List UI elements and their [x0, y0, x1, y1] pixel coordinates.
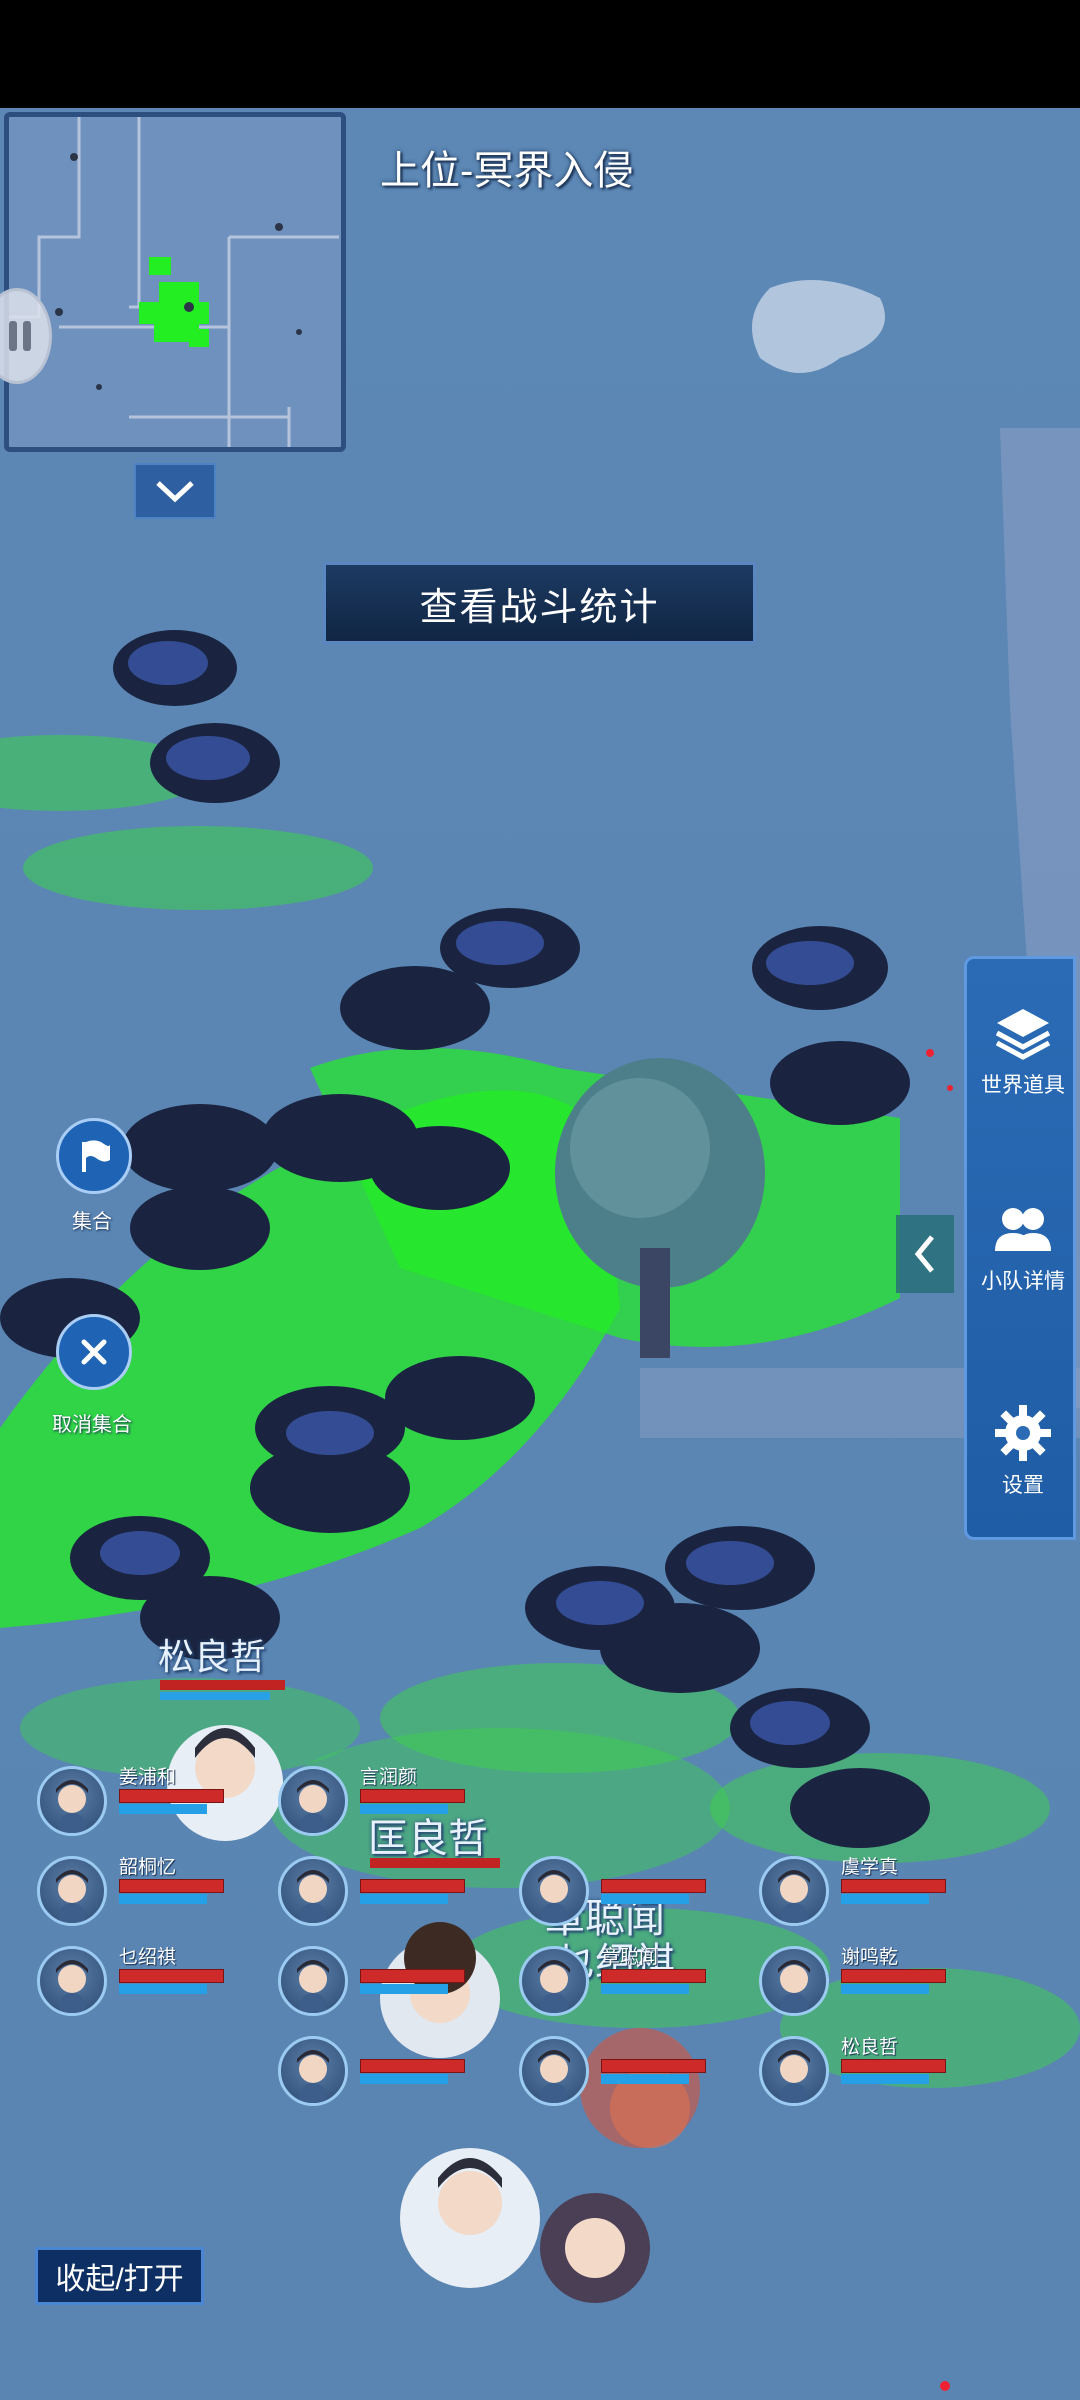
side-panel: 世界道具 小队详情 设置: [964, 956, 1076, 1540]
team-member-slot[interactable]: 谢鸣乾: [759, 1942, 959, 2022]
mana-bar: [119, 1984, 207, 1994]
avatar: [759, 2036, 829, 2106]
gear-icon: [995, 1405, 1051, 1461]
stage-title: 上位-冥界入侵: [380, 149, 634, 193]
avatar: [759, 1946, 829, 2016]
team-member-name: 虞学真: [841, 1857, 899, 1878]
settings-label: 设置: [1002, 1474, 1044, 1497]
team-member-slot[interactable]: [278, 1852, 478, 1932]
world-items-label: 世界道具: [981, 1074, 1065, 1097]
mana-bar: [841, 2074, 929, 2084]
health-bar: [841, 1969, 946, 1983]
settings-button[interactable]: 设置: [967, 1403, 1079, 1499]
team-member-slot[interactable]: [519, 1852, 719, 1932]
health-bar: [841, 2059, 946, 2073]
chevron-down-icon: [156, 481, 194, 503]
flag-icon: [82, 1140, 110, 1172]
mana-bar: [360, 1894, 448, 1904]
avatar: [278, 1856, 348, 1926]
team-member-name: 谢鸣乾: [841, 1947, 899, 1968]
cancel-rally-button[interactable]: [56, 1314, 132, 1390]
rally-button[interactable]: [56, 1118, 132, 1194]
team-member-slot[interactable]: [278, 1942, 478, 2022]
game-view[interactable]: 松良哲 匡良哲 章聪闻 乜绍祺 上位-冥界入侵 查看战斗统计 集合 取消集合 世…: [0, 108, 1080, 2400]
health-bar: [841, 1879, 946, 1893]
mana-bar: [601, 2074, 689, 2084]
health-bar: [119, 1789, 224, 1803]
health-bar: [360, 2059, 465, 2073]
health-bar: [601, 1879, 706, 1893]
mana-bar: [841, 1894, 929, 1904]
team-member-name: 言润颜: [360, 1767, 418, 1788]
minimap[interactable]: [4, 112, 346, 452]
mana-bar: [360, 2074, 448, 2084]
avatar: [278, 1946, 348, 2016]
health-bar: [360, 1789, 465, 1803]
character-mana-bar: [160, 1692, 270, 1700]
team-member-slot[interactable]: 章聪闻: [519, 1942, 719, 2022]
avatar: [519, 2036, 589, 2106]
character-name-label: 松良哲: [158, 1636, 267, 1677]
mana-bar: [360, 1984, 448, 1994]
team-member-name: 姜浦和: [119, 1767, 177, 1788]
side-panel-toggle[interactable]: [896, 1215, 954, 1293]
team-details-label: 小队详情: [981, 1270, 1065, 1293]
health-bar: [360, 1879, 465, 1893]
close-icon: [81, 1339, 107, 1365]
team-member-name: 章聪闻: [601, 1947, 659, 1968]
avatar: [519, 1856, 589, 1926]
avatar: [37, 1856, 107, 1926]
chevron-left-icon: [914, 1235, 934, 1273]
team-member-name: 乜绍祺: [119, 1947, 177, 1968]
mana-bar: [601, 1984, 689, 1994]
status-bar: [0, 0, 1080, 108]
mana-bar: [119, 1804, 207, 1814]
mana-bar: [601, 1894, 689, 1904]
avatar: [37, 1766, 107, 1836]
world-items-button[interactable]: 世界道具: [967, 1003, 1079, 1099]
team-member-name: 韶桐忆: [119, 1857, 177, 1878]
team-member-name: 松良哲: [841, 2037, 899, 2058]
character-health-bar: [160, 1680, 285, 1690]
health-bar: [360, 1969, 465, 1983]
health-bar: [119, 1879, 224, 1893]
health-bar: [119, 1969, 224, 1983]
mana-bar: [119, 1894, 207, 1904]
avatar: [519, 1946, 589, 2016]
collapse-expand-button[interactable]: 收起/打开: [35, 2247, 204, 2305]
team-member-slot[interactable]: [519, 2032, 719, 2112]
avatar: [759, 1856, 829, 1926]
mana-bar: [841, 1984, 929, 1994]
team-member-slot[interactable]: 虞学真: [759, 1852, 959, 1932]
team-member-slot[interactable]: [278, 2032, 478, 2112]
avatar: [278, 2036, 348, 2106]
health-bar: [601, 2059, 706, 2073]
mana-bar: [360, 1804, 448, 1814]
team-details-button[interactable]: 小队详情: [967, 1203, 1079, 1295]
team-member-slot[interactable]: 姜浦和: [37, 1762, 237, 1842]
health-bar: [601, 1969, 706, 1983]
team-member-slot[interactable]: 言润颜: [278, 1762, 478, 1842]
avatar: [278, 1766, 348, 1836]
team-member-slot[interactable]: 韶桐忆: [37, 1852, 237, 1932]
team-member-slot[interactable]: 乜绍祺: [37, 1942, 237, 2022]
rally-label: 集合: [72, 1211, 112, 1233]
cancel-rally-label: 取消集合: [52, 1414, 132, 1436]
minimap-collapse-button[interactable]: [134, 463, 216, 519]
team-member-slot[interactable]: 松良哲: [759, 2032, 959, 2112]
team-icon: [995, 1208, 1051, 1251]
layers-icon: [995, 1009, 1051, 1060]
battle-stats-button[interactable]: 查看战斗统计: [323, 562, 756, 644]
avatar: [37, 1946, 107, 2016]
